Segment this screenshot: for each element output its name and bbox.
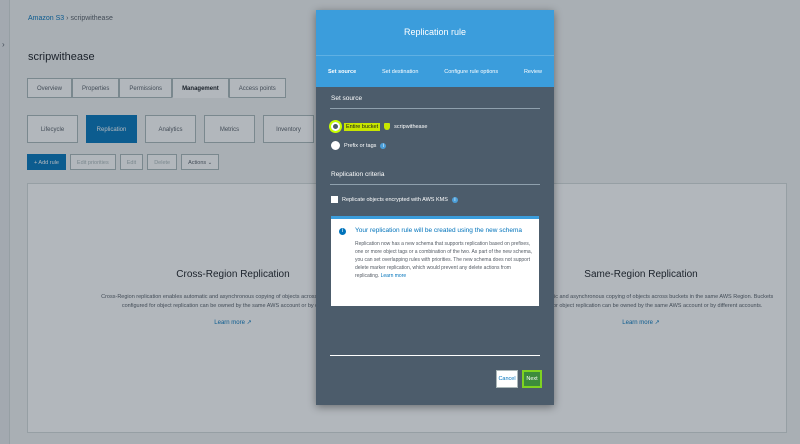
cancel-button[interactable]: Cancel: [496, 370, 518, 388]
prefix-or-tags-radio[interactable]: [331, 141, 340, 150]
dialog-title: Replication rule: [316, 10, 554, 55]
step-configure-rule-options[interactable]: Configure rule options: [444, 69, 498, 75]
info-alert-title: Your replication rule will be created us…: [355, 227, 523, 234]
step-set-destination[interactable]: Set destination: [382, 69, 418, 75]
replication-rule-dialog: Replication rule Set source Set destinat…: [316, 10, 554, 405]
next-button[interactable]: Next: [522, 370, 542, 388]
entire-bucket-radio[interactable]: [331, 122, 340, 131]
info-alert-body: Replication now has a new schema that su…: [355, 240, 533, 280]
prefix-or-tags-label: Prefix or tags: [344, 142, 377, 149]
wizard-steps: Set source Set destination Configure rul…: [316, 55, 554, 87]
info-icon[interactable]: i: [380, 142, 387, 149]
info-learn-more-link[interactable]: Learn more: [381, 273, 407, 279]
footer-divider: [330, 355, 540, 356]
bucket-icon: [384, 123, 391, 130]
kms-option[interactable]: Replicate objects encrypted with AWS KMS…: [331, 196, 458, 203]
option-entire-bucket[interactable]: Entire bucket scripwithease: [331, 122, 427, 131]
info-icon: i: [339, 228, 346, 235]
kms-checkbox[interactable]: [331, 196, 338, 203]
option-prefix-or-tags[interactable]: Prefix or tags i: [331, 141, 387, 150]
divider: [330, 108, 540, 109]
set-source-heading: Set source: [331, 95, 363, 102]
kms-label: Replicate objects encrypted with AWS KMS: [342, 196, 448, 203]
entire-bucket-label: Entire bucket: [344, 122, 381, 131]
divider: [330, 184, 540, 185]
step-set-source[interactable]: Set source: [328, 69, 356, 75]
step-review[interactable]: Review: [524, 69, 542, 75]
info-icon[interactable]: i: [451, 196, 458, 203]
source-bucket-name: scripwithease: [394, 123, 428, 130]
new-schema-info-alert: i Your replication rule will be created …: [331, 216, 539, 306]
replication-criteria-heading: Replication criteria: [331, 171, 385, 178]
